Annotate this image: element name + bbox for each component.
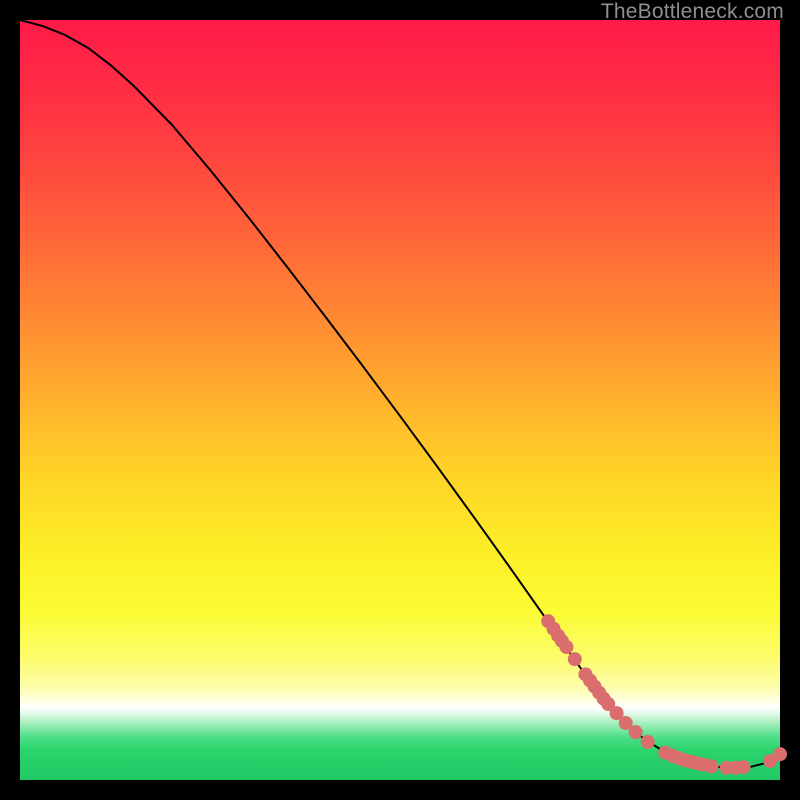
data-point — [737, 760, 751, 774]
data-point — [629, 725, 643, 739]
chart-container: TheBottleneck.com — [0, 0, 800, 800]
bottleneck-curve — [20, 20, 780, 768]
data-point — [641, 735, 655, 749]
data-point — [705, 759, 719, 773]
data-point — [568, 652, 582, 666]
chart-overlay — [20, 20, 780, 780]
plot-area — [20, 20, 780, 780]
data-points — [541, 614, 787, 775]
data-point — [559, 640, 573, 654]
data-point — [773, 747, 787, 761]
